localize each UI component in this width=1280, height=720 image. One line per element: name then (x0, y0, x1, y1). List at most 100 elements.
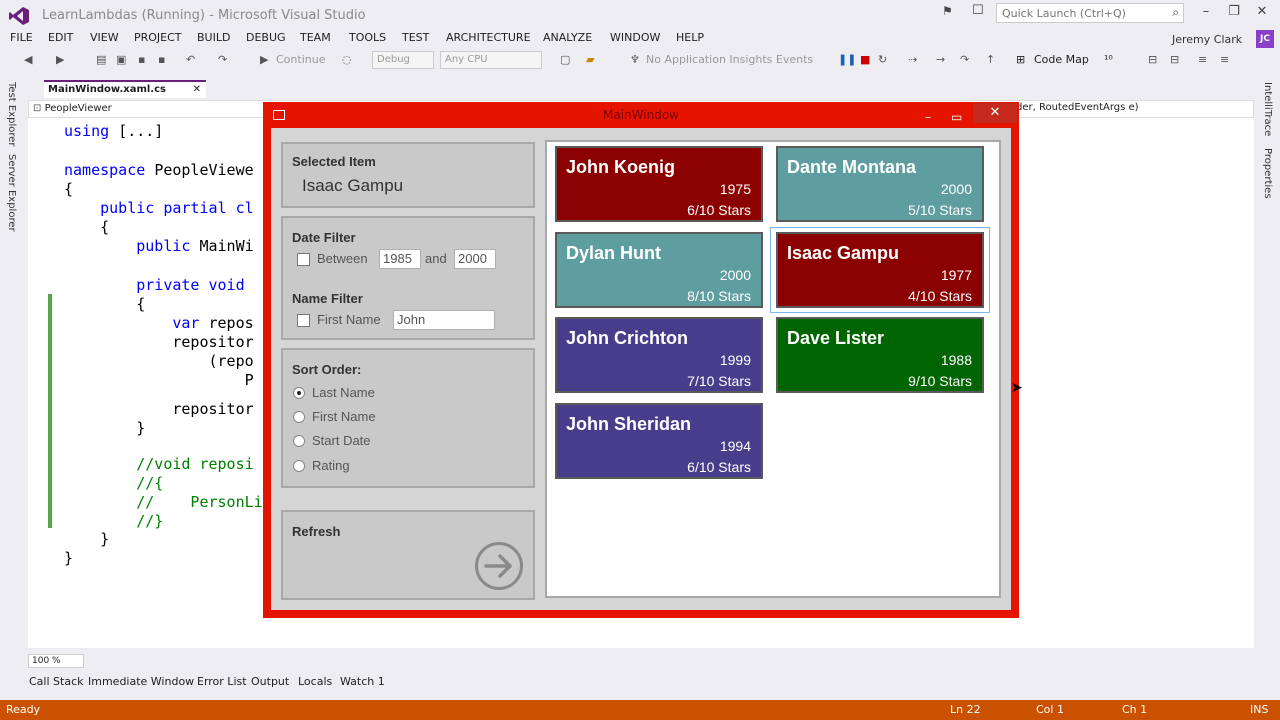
code-token: { (100, 218, 110, 236)
sort-start-date-label[interactable]: Start Date (312, 433, 371, 448)
people-list[interactable]: John Koenig 1975 6/10 Stars Dante Montana 20… (545, 140, 1023, 598)
uncomment-icon[interactable]: ≡ (1220, 53, 1229, 66)
menu-build[interactable]: BUILD (197, 31, 230, 44)
pause-icon[interactable]: ❚❚ (838, 53, 856, 66)
insights-icon[interactable]: ♆ (630, 53, 640, 66)
test-explorer-tab[interactable]: Test Explorer (6, 82, 17, 147)
code-line: P (64, 371, 254, 389)
person-card[interactable]: Dante Montana 2000 5/10 Stars (776, 146, 984, 222)
menu-bar: FILE EDIT VIEW PROJECT BUILD DEBUG TEAM … (0, 30, 1280, 48)
menu-test[interactable]: TEST (402, 31, 429, 44)
tab-mainwindow-xaml-cs[interactable]: MainWindow.xaml.cs ✕ (44, 80, 206, 98)
show-next-statement-icon[interactable]: ⇢ (908, 53, 917, 66)
server-explorer-tab[interactable]: Server Explorer (6, 154, 17, 232)
person-card[interactable]: Dave Lister 1988 9/10 Stars (776, 317, 984, 393)
person-name: John Koenig (566, 157, 675, 177)
sort-last-name-radio[interactable] (293, 387, 305, 399)
intellitrace-tab[interactable]: IntelliTrace (1262, 82, 1273, 136)
sort-first-name-radio[interactable] (293, 411, 305, 423)
project-dropdown[interactable]: PeopleViewer (45, 103, 112, 114)
person-rating: 9/10 Stars (908, 373, 972, 389)
menu-edit[interactable]: EDIT (48, 31, 73, 44)
application-insights-dropdown[interactable]: No Application Insights Events (646, 53, 813, 66)
step-into-icon[interactable]: → (936, 53, 945, 66)
menu-architecture[interactable]: ARCHITECTURE (446, 31, 531, 44)
back-icon[interactable]: ◀ (24, 53, 32, 66)
forward-icon[interactable]: ▶ (56, 53, 64, 66)
first-name-field[interactable]: John (393, 310, 495, 330)
maximize-icon[interactable]: ▭ (951, 104, 962, 130)
continue-button[interactable]: Continue (276, 53, 325, 66)
stop-icon[interactable]: ■ (860, 53, 870, 66)
configuration-select[interactable]: Debug (372, 51, 434, 69)
sort-rating-radio[interactable] (293, 460, 305, 472)
close-tab-icon[interactable]: ✕ (193, 84, 201, 95)
sort-start-date-radio[interactable] (293, 435, 305, 447)
undo-icon[interactable]: ↶ (186, 53, 195, 66)
status-line: Ln 22 (950, 703, 981, 716)
play-icon[interactable]: ▶ (260, 53, 268, 66)
device-icon[interactable]: ▢ (560, 53, 570, 66)
step-out-icon[interactable]: ↑ (986, 53, 995, 66)
date-filter-checkbox[interactable] (297, 253, 310, 266)
person-card[interactable]: John Koenig 1975 6/10 Stars (555, 146, 763, 222)
feedback-icon[interactable]: ☐ (972, 3, 984, 18)
new-project-icon[interactable]: ▤ (96, 53, 106, 66)
close-icon[interactable]: ✕ (1252, 4, 1272, 20)
menu-help[interactable]: HELP (676, 31, 704, 44)
person-card[interactable]: John Crichton 1999 7/10 Stars (555, 317, 763, 393)
threads-icon[interactable]: ⊟ (1148, 53, 1157, 66)
refresh-button[interactable]: Refresh (281, 510, 535, 600)
maximize-icon[interactable]: ❐ (1224, 4, 1244, 20)
redo-icon[interactable]: ↷ (218, 53, 227, 66)
hex-display-icon[interactable]: ¹⁰ (1104, 53, 1113, 66)
save-icon[interactable]: ▪ (138, 53, 145, 66)
tab-error-list[interactable]: Error List (197, 675, 247, 688)
step-over-icon[interactable]: ↷ (960, 53, 969, 66)
minimize-icon[interactable]: – (1196, 4, 1216, 20)
date-from-field[interactable]: 1985 (379, 249, 421, 269)
close-icon[interactable]: ✕ (973, 103, 1017, 123)
menu-project[interactable]: PROJECT (134, 31, 182, 44)
menu-file[interactable]: FILE (10, 31, 33, 44)
minimize-icon[interactable]: – (925, 104, 931, 130)
restart-icon[interactable]: ↻ (878, 53, 887, 66)
user-name[interactable]: Jeremy Clark (1172, 33, 1242, 46)
member-dropdown[interactable]: der, RoutedEventArgs e) (1016, 102, 1139, 113)
tab-watch-1[interactable]: Watch 1 (340, 675, 385, 688)
sort-rating-label[interactable]: Rating (312, 458, 350, 473)
menu-view[interactable]: VIEW (90, 31, 119, 44)
date-to-field[interactable]: 2000 (454, 249, 496, 269)
sort-last-name-label[interactable]: Last Name (312, 385, 375, 400)
person-card[interactable]: Dylan Hunt 2000 8/10 Stars (555, 231, 763, 308)
tab-call-stack[interactable]: Call Stack (29, 675, 83, 688)
menu-analyze[interactable]: ANALYZE (543, 31, 592, 44)
folder-icon[interactable]: ▰ (586, 53, 594, 66)
code-map-button[interactable]: Code Map (1034, 53, 1089, 66)
tab-immediate-window[interactable]: Immediate Window (88, 675, 194, 688)
platform-select[interactable]: Any CPU (440, 51, 542, 69)
code-map-icon[interactable]: ⊞ (1016, 53, 1025, 66)
tab-output[interactable]: Output (251, 675, 289, 688)
notifications-flag-icon[interactable]: ⚑ (942, 4, 953, 18)
save-all-icon[interactable]: ▪ (158, 53, 165, 66)
name-filter-checkbox[interactable] (297, 314, 310, 327)
zoom-select[interactable]: 100 % (28, 654, 84, 668)
menu-debug[interactable]: DEBUG (246, 31, 286, 44)
properties-tab[interactable]: Properties (1262, 148, 1273, 199)
quick-launch-input[interactable]: Quick Launch (Ctrl+Q) ⌕ (996, 3, 1184, 23)
comment-icon[interactable]: ≡ (1198, 53, 1207, 66)
sort-order-panel: Sort Order: Last Name First Name Start D… (281, 348, 535, 488)
open-folder-icon[interactable]: ▣ (116, 53, 126, 66)
menu-team[interactable]: TEAM (300, 31, 331, 44)
person-start-year: 1988 (940, 352, 972, 368)
person-card[interactable]: John Sheridan 1994 6/10 Stars (555, 402, 763, 479)
attach-icon[interactable]: ◌ (342, 53, 352, 66)
sort-first-name-label[interactable]: First Name (312, 409, 376, 424)
layout-icon[interactable]: ⊟ (1170, 53, 1179, 66)
menu-window[interactable]: WINDOW (610, 31, 660, 44)
person-card[interactable]: Isaac Gampu 1977 4/10 Stars (776, 231, 984, 308)
menu-tools[interactable]: TOOLS (349, 31, 386, 44)
avatar[interactable]: JC (1256, 30, 1274, 48)
tab-locals[interactable]: Locals (298, 675, 332, 688)
